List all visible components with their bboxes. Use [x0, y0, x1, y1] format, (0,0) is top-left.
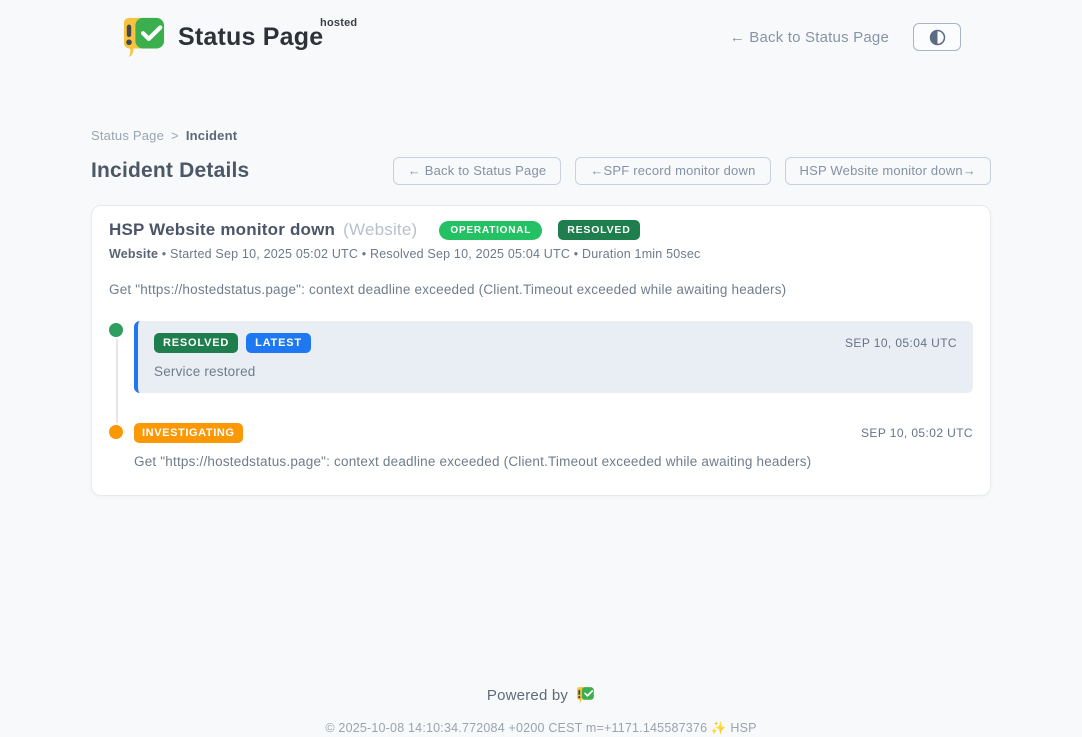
- timeline-item-resolved: RESOLVED LATEST SEP 10, 05:04 UTC Servic…: [109, 321, 973, 393]
- footer: Powered by © 2025-10-08 14:10:34.772084 …: [91, 686, 991, 736]
- timeline-message: Service restored: [154, 364, 957, 379]
- logo-hosted-label: hosted: [320, 17, 357, 29]
- logo[interactable]: Status Page hosted: [121, 16, 323, 58]
- timeline-dot-orange: [107, 423, 125, 441]
- incident-title: HSP Website monitor down: [109, 220, 335, 240]
- powered-by-label: Powered by: [487, 687, 568, 704]
- resolved-state-badge: RESOLVED: [558, 220, 639, 240]
- timeline-message: Get "https://hostedstatus.page": context…: [134, 454, 973, 469]
- meta-component: Website: [109, 247, 158, 261]
- main-content: Status Page > Incident Incident Details …: [91, 128, 991, 736]
- theme-toggle-button[interactable]: [913, 23, 961, 51]
- timeline-timestamp: SEP 10, 05:04 UTC: [845, 336, 957, 350]
- timeline-latest-card: RESOLVED LATEST SEP 10, 05:04 UTC Servic…: [134, 321, 973, 393]
- header: Status Page hosted ← Back to Status Page: [121, 16, 961, 58]
- incident-card: HSP Website monitor down (Website) OPERA…: [91, 205, 991, 496]
- incident-component: (Website): [343, 220, 417, 240]
- meta-details: • Started Sep 10, 2025 05:02 UTC • Resol…: [162, 247, 701, 261]
- timeline-investigating-badge: INVESTIGATING: [134, 423, 243, 443]
- timeline-resolved-badge: RESOLVED: [154, 333, 238, 353]
- timeline-timestamp: SEP 10, 05:02 UTC: [861, 426, 973, 440]
- half-circle-theme-icon: [929, 29, 946, 46]
- incident-timeline: RESOLVED LATEST SEP 10, 05:04 UTC Servic…: [109, 321, 973, 469]
- logo-text: Status Page: [178, 23, 323, 51]
- incident-description: Get "https://hostedstatus.page": context…: [109, 282, 973, 297]
- timeline-item-investigating: INVESTIGATING SEP 10, 05:02 UTC Get "htt…: [109, 423, 973, 469]
- breadcrumb-current: Incident: [186, 128, 237, 143]
- back-to-status-page-button[interactable]: ← Back to Status Page: [393, 157, 562, 185]
- timeline-latest-badge: LATEST: [246, 333, 311, 353]
- breadcrumb-separator: >: [171, 128, 179, 143]
- page-title: Incident Details: [91, 159, 249, 183]
- breadcrumb: Status Page > Incident: [91, 128, 991, 143]
- copyright-text: © 2025-10-08 14:10:34.772084 +0200 CEST …: [91, 721, 991, 736]
- breadcrumb-root[interactable]: Status Page: [91, 128, 164, 143]
- header-back-link[interactable]: ← Back to Status Page: [730, 29, 889, 46]
- logo-icon: [121, 16, 167, 58]
- operational-status-badge: OPERATIONAL: [439, 221, 542, 240]
- prev-incident-button[interactable]: ←SPF record monitor down: [575, 157, 770, 185]
- timeline-dot-green: [107, 321, 125, 339]
- incident-nav-buttons: ← Back to Status Page ←SPF record monito…: [393, 157, 991, 185]
- incident-meta: Website • Started Sep 10, 2025 05:02 UTC…: [109, 247, 973, 261]
- next-incident-button[interactable]: HSP Website monitor down→: [785, 157, 991, 185]
- footer-logo-icon[interactable]: [576, 686, 595, 704]
